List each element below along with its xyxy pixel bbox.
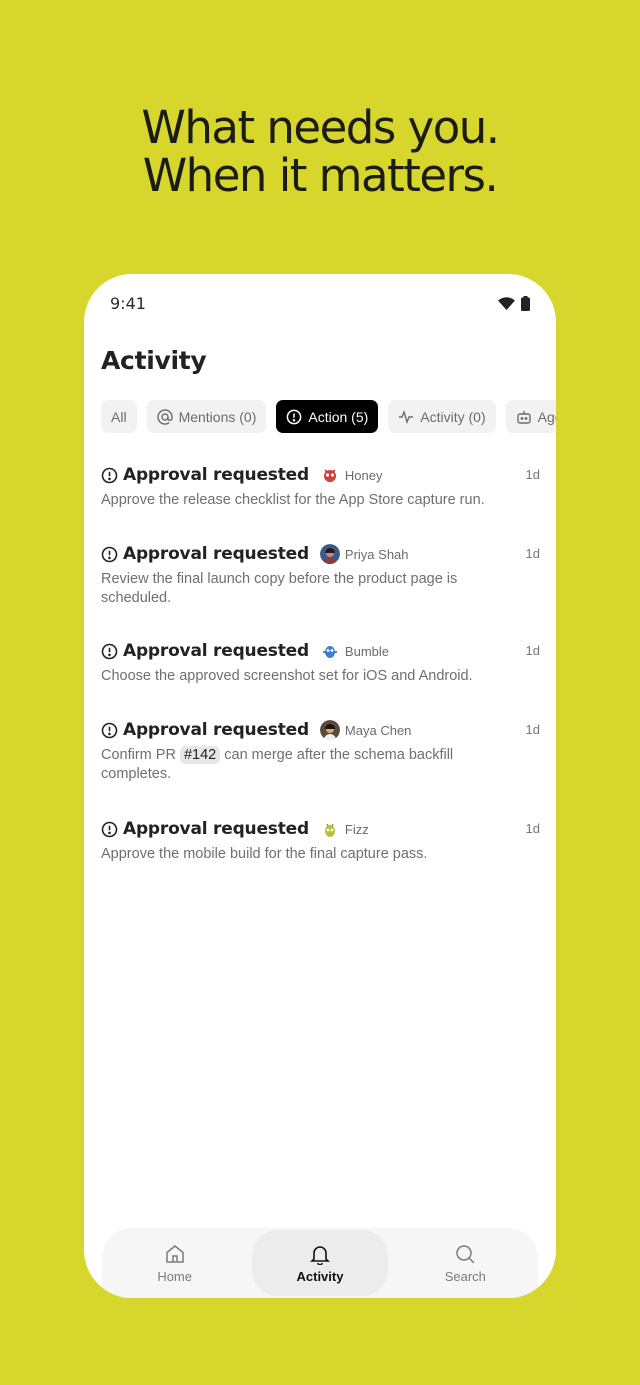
honey-avatar-icon bbox=[323, 469, 336, 482]
feed-item-age: 1d bbox=[525, 821, 540, 836]
alert-circle-icon bbox=[101, 643, 118, 659]
tab-activity-label: Activity bbox=[296, 1268, 344, 1284]
filter-chip-label: Age bbox=[537, 408, 556, 425]
bottom-tab-bar: Home Activity Search bbox=[102, 1228, 538, 1298]
pulse-icon bbox=[399, 409, 414, 424]
feed-item[interactable]: Approval requested Priya Shah 1d Review … bbox=[101, 543, 540, 608]
alert-circle-icon bbox=[287, 409, 302, 424]
filter-chip-label: Mentions (0) bbox=[178, 408, 257, 425]
filter-chip-action[interactable]: Action (5) bbox=[276, 400, 379, 433]
feed-item-title: Approval requested bbox=[123, 544, 309, 564]
alert-circle-icon bbox=[101, 722, 118, 738]
feed-item-author: Fizz bbox=[344, 821, 369, 837]
bell-icon bbox=[310, 1245, 330, 1265]
tab-activity[interactable]: Activity bbox=[251, 1230, 388, 1296]
filter-bar: All Mentions (0) Action (5) Activity (0)… bbox=[101, 400, 556, 433]
status-icons bbox=[498, 296, 530, 311]
feed-item-author: Honey bbox=[344, 467, 383, 483]
feed-item[interactable]: Approval requested Maya Chen 1d Confirm … bbox=[101, 719, 540, 784]
pr-link[interactable]: #142 bbox=[179, 746, 221, 764]
filter-chip-agents[interactable]: Age bbox=[505, 400, 556, 433]
bot-icon bbox=[516, 410, 531, 424]
bumble-avatar-icon bbox=[322, 646, 337, 658]
filter-chip-activity[interactable]: Activity (0) bbox=[388, 400, 496, 433]
alert-circle-icon bbox=[101, 546, 118, 562]
battery-icon bbox=[521, 296, 530, 311]
wifi-icon bbox=[498, 297, 515, 310]
feed-item-title: Approval requested bbox=[123, 641, 309, 661]
feed-item-body: Approve the mobile build for the final c… bbox=[101, 846, 428, 862]
feed-item-body: Approve the release checklist for the Ap… bbox=[101, 492, 485, 508]
tab-home[interactable]: Home bbox=[107, 1230, 243, 1296]
feed-item-age: 1d bbox=[525, 643, 540, 658]
maya-avatar-icon bbox=[319, 720, 340, 740]
page-title: Activity bbox=[101, 346, 207, 375]
phone-screen: 9:41 Activity All Mentions (0) Action (5… bbox=[84, 274, 556, 1298]
feed-item-title: Approval requested bbox=[123, 720, 309, 740]
feed-item[interactable]: Approval requested Bumble 1d Choose the … bbox=[101, 640, 540, 686]
feed-item-body-text: Confirm PR bbox=[101, 747, 176, 763]
feed-item[interactable]: Approval requested Fizz 1d Approve the m… bbox=[101, 818, 540, 864]
filter-chip-mentions[interactable]: Mentions (0) bbox=[146, 400, 267, 433]
filter-chip-all[interactable]: All bbox=[101, 400, 137, 433]
filter-chip-label: Activity (0) bbox=[420, 408, 486, 425]
feed-item-body: Review the final launch copy before the … bbox=[101, 571, 458, 606]
fizz-avatar-icon bbox=[324, 823, 335, 837]
search-icon bbox=[456, 1244, 475, 1264]
feed-item-title: Approval requested bbox=[123, 465, 309, 485]
filter-chip-label: All bbox=[111, 408, 127, 425]
feed-item-author: Priya Shah bbox=[344, 546, 409, 562]
home-icon bbox=[165, 1244, 184, 1263]
headline-line-1: What needs you. bbox=[141, 101, 500, 154]
feed-item-age: 1d bbox=[525, 722, 540, 737]
status-time: 9:41 bbox=[110, 294, 146, 313]
filter-chip-label: Action (5) bbox=[308, 408, 369, 425]
feed-item-body: Confirm PR #142 can merge after the sche… bbox=[101, 746, 540, 784]
tab-home-label: Home bbox=[157, 1268, 192, 1284]
feed-item-body: Choose the approved screenshot set for i… bbox=[101, 668, 473, 684]
tab-search[interactable]: Search bbox=[397, 1230, 533, 1296]
feed-item-age: 1d bbox=[525, 546, 540, 561]
tab-search-label: Search bbox=[444, 1268, 486, 1284]
headline-line-2: When it matters. bbox=[142, 149, 499, 202]
headline: What needs you. When it matters. bbox=[0, 104, 640, 200]
alert-circle-icon bbox=[101, 821, 118, 837]
feed-item-title: Approval requested bbox=[123, 819, 309, 839]
feed-item-author: Maya Chen bbox=[344, 722, 412, 738]
alert-circle-icon bbox=[101, 467, 118, 483]
feed-item-author: Bumble bbox=[344, 643, 389, 659]
priya-avatar-icon bbox=[319, 544, 340, 564]
feed-item[interactable]: Approval requested Honey 1d Approve the … bbox=[101, 464, 540, 510]
at-icon bbox=[156, 408, 173, 425]
feed-item-age: 1d bbox=[525, 467, 540, 482]
